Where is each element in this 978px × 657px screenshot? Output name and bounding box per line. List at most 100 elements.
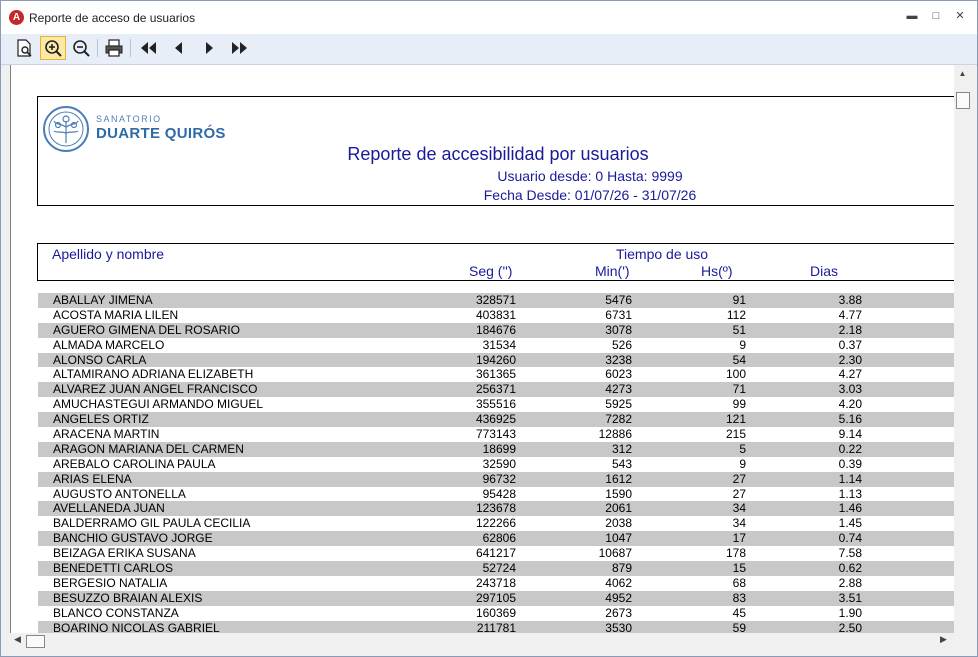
scroll-right-icon[interactable]: ▶ — [940, 634, 947, 645]
toolbar-separator — [97, 39, 98, 57]
close-button[interactable]: ✕ — [951, 9, 969, 23]
user-name-cell: BENEDETTI CARLOS — [53, 561, 174, 576]
user-name-cell: BESUZZO BRAIAN ALEXIS — [53, 590, 203, 605]
horizontal-scroll-thumb[interactable] — [26, 635, 45, 648]
seconds-cell: 403831 — [475, 307, 516, 322]
user-name-cell: ALONSO CARLA — [53, 352, 147, 367]
user-name-cell: AUGUSTO ANTONELLA — [53, 486, 186, 501]
minutes-cell: 4273 — [605, 382, 632, 397]
user-name-cell: AMUCHASTEGUI ARMANDO MIGUEL — [53, 397, 264, 412]
days-cell: 1.13 — [838, 486, 862, 501]
table-row: BEIZAGA ERIKA SUSANA 641217 10687 178 7.58 — [38, 546, 955, 561]
seconds-cell: 211781 — [476, 620, 516, 633]
zoom-out-icon — [73, 40, 90, 57]
vertical-scrollbar[interactable]: ▲ — [954, 65, 971, 633]
seconds-cell: 361365 — [475, 367, 516, 382]
days-cell: 1.46 — [838, 501, 862, 516]
table-row: ABALLAY JIMENA 328571 5476 91 3.88 — [38, 293, 955, 308]
minutes-cell: 6023 — [605, 367, 632, 382]
seconds-cell: 256371 — [475, 382, 516, 397]
minutes-cell: 3530 — [605, 620, 632, 633]
days-cell: 2.30 — [838, 352, 862, 367]
minutes-cell: 879 — [611, 561, 632, 576]
days-cell: 0.39 — [838, 456, 862, 471]
user-name-cell: ARIAS ELENA — [53, 471, 132, 486]
minutes-cell: 1612 — [605, 471, 632, 486]
seconds-cell: 96732 — [482, 471, 516, 486]
user-name-cell: AVELLANEDA JUAN — [53, 501, 165, 516]
hours-cell: 15 — [732, 561, 746, 576]
hours-cell: 17 — [732, 531, 746, 546]
col-min-header: Min(') — [595, 263, 630, 279]
maximize-button[interactable]: □ — [927, 9, 945, 23]
report-date-range: Fecha Desde: 01/07/26 - 31/07/26 — [483, 187, 697, 203]
minutes-cell: 312 — [611, 441, 632, 456]
user-name-cell: ANGELES ORTIZ — [53, 412, 149, 427]
table-row: BENEDETTI CARLOS 52724 879 15 0.62 — [38, 561, 955, 576]
col-seg-header: Seg ('') — [469, 263, 513, 279]
page-setup-button[interactable] — [12, 37, 36, 59]
next-page-button[interactable] — [197, 37, 221, 59]
scroll-up-icon[interactable]: ▲ — [954, 69, 971, 81]
days-cell: 2.50 — [838, 620, 862, 633]
minutes-cell: 5476 — [605, 293, 632, 307]
hours-cell: 27 — [732, 471, 746, 486]
hours-cell: 59 — [732, 620, 746, 633]
seconds-cell: 641217 — [475, 546, 516, 561]
minutes-cell: 2673 — [605, 605, 632, 620]
column-headers: Apellido y nombre Tiempo de uso Seg ('')… — [37, 243, 955, 281]
col-group-header: Tiempo de uso — [616, 246, 709, 262]
minutes-cell: 6731 — [605, 307, 632, 322]
table-row: BANCHIO GUSTAVO JORGE 62806 1047 17 0.74 — [38, 531, 955, 547]
page-setup-icon — [17, 39, 32, 57]
table-row: ALTAMIRANO ADRIANA ELIZABETH 361365 6023 10… — [38, 367, 955, 382]
first-page-button[interactable] — [137, 37, 161, 59]
table-row: ACOSTA MARIA LILEN 403831 6731 112 4.77 — [38, 308, 955, 323]
table-row: ARIAS ELENA 96732 1612 27 1.14 — [38, 471, 955, 487]
report-viewer: SANATORIO DUARTE QUIRÓS Reporte de acces… — [10, 65, 955, 633]
minutes-cell: 12886 — [598, 427, 632, 442]
days-cell: 0.37 — [838, 337, 862, 352]
col-name-header: Apellido y nombre — [52, 246, 165, 262]
hours-cell: 83 — [732, 590, 746, 605]
zoom-out-button[interactable] — [69, 37, 93, 59]
seconds-cell: 436925 — [475, 412, 516, 427]
minimize-button[interactable]: ▬ — [903, 9, 921, 23]
last-page-button[interactable] — [227, 37, 251, 59]
zoom-in-button[interactable] — [40, 36, 66, 60]
seconds-cell: 62806 — [482, 531, 516, 546]
days-cell: 3.51 — [838, 590, 862, 605]
seconds-cell: 32590 — [482, 456, 516, 471]
user-name-cell: AREBALO CAROLINA PAULA — [53, 456, 216, 471]
table-row: BALDERRAMO GIL PAULA CECILIA 122266 2038 34… — [38, 516, 955, 531]
print-button[interactable] — [102, 37, 126, 59]
minutes-cell: 543 — [611, 456, 632, 471]
minutes-cell: 526 — [611, 337, 632, 352]
logo-caption: SANATORIO — [96, 114, 162, 124]
minutes-cell: 4952 — [605, 590, 632, 605]
table-row: BOARINO NICOLAS GABRIEL 211781 3530 59 2.50 — [38, 620, 955, 633]
days-cell: 4.27 — [838, 367, 862, 382]
seconds-cell: 773143 — [475, 427, 516, 442]
scroll-left-icon[interactable]: ◀ — [14, 634, 21, 645]
hours-cell: 71 — [732, 382, 746, 397]
seconds-cell: 297105 — [475, 590, 516, 605]
minutes-cell: 7282 — [605, 412, 632, 427]
print-icon — [105, 39, 123, 57]
horizontal-scrollbar[interactable]: ◀ ▶ — [10, 633, 954, 649]
prev-page-button[interactable] — [167, 37, 191, 59]
minutes-cell: 3078 — [605, 322, 632, 337]
minutes-cell: 4062 — [605, 575, 632, 590]
user-name-cell: BERGESIO NATALIA — [53, 575, 168, 590]
report-header: SANATORIO DUARTE QUIRÓS Reporte de acces… — [37, 96, 955, 206]
minutes-cell: 2061 — [605, 501, 632, 516]
minutes-cell: 1047 — [605, 531, 632, 546]
user-name-cell: ALMADA MARCELO — [53, 337, 165, 352]
seconds-cell: 122266 — [475, 516, 516, 531]
hours-cell: 178 — [725, 546, 746, 561]
days-cell: 7.58 — [838, 546, 862, 561]
user-name-cell: BANCHIO GUSTAVO JORGE — [53, 531, 213, 546]
hours-cell: 34 — [732, 516, 746, 531]
vertical-scroll-thumb[interactable] — [956, 92, 970, 109]
report-title: Reporte de accesibilidad por usuarios — [347, 144, 649, 164]
